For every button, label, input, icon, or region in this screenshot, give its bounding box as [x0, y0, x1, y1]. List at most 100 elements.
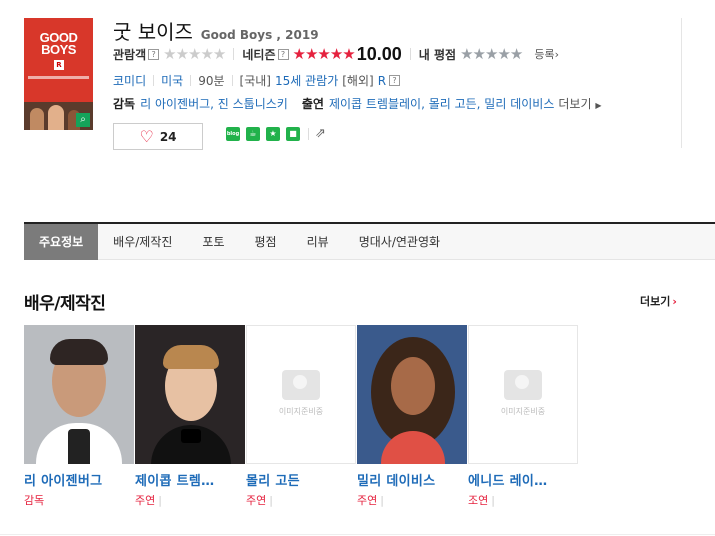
- movie-tab-bar: 주요정보 배우/제작진 포토 평점 리뷰 명대사/연관영화: [24, 222, 715, 260]
- netizen-score: 10.00: [356, 43, 402, 64]
- chevron-right-icon: ›: [554, 48, 560, 61]
- audience-rating-label: 관람객: [113, 47, 147, 62]
- cast-card: 이미지준비중 몰리 고든 주연 |: [246, 325, 357, 508]
- person-photo[interactable]: [135, 325, 245, 464]
- person-photo[interactable]: [357, 325, 467, 464]
- like-count: 24: [159, 129, 177, 144]
- person-role: 주연: [135, 494, 156, 507]
- blog-share-icon[interactable]: blog: [226, 126, 240, 141]
- help-icon[interactable]: ?: [148, 48, 160, 60]
- help-icon[interactable]: ?: [277, 48, 289, 60]
- divider: [409, 48, 411, 60]
- cast-card: 리 아이젠버그 감독: [24, 325, 135, 508]
- tab-review[interactable]: 리뷰: [292, 224, 344, 260]
- crew-row: 감독 리 아이젠버그, 진 스툽니스키 출연 제이콥 트렘블레이, 몰리 고든,…: [113, 95, 601, 112]
- cast-links[interactable]: 제이콥 트렘블레이, 몰리 고든, 밀리 데이비스: [329, 95, 554, 112]
- divider: |: [491, 494, 495, 507]
- cast-more-label: 더보기: [640, 295, 671, 308]
- triangle-right-icon: ▶: [595, 101, 602, 110]
- person-name[interactable]: 에니드 레이…: [468, 470, 576, 489]
- person-role-row: 주연 |: [135, 492, 246, 508]
- movie-meta-row: 코미디 미국 90분 [국내] 15세 관람가 [해외] R ?: [113, 72, 401, 89]
- movie-title[interactable]: 굿 보이즈: [113, 20, 193, 44]
- chevron-right-icon: ›: [672, 295, 677, 308]
- domestic-rating-prefix: [국내]: [239, 74, 271, 88]
- share-row: blog ☕ ★ ■ ⇗: [226, 126, 326, 141]
- person-role-row: 주연 |: [246, 492, 357, 508]
- person-photo[interactable]: 이미지준비중: [246, 325, 356, 464]
- person-name[interactable]: 제이콥 트렘…: [135, 470, 243, 489]
- image-placeholder-icon: [282, 370, 320, 400]
- tab-cast-crew[interactable]: 배우/제작진: [98, 224, 187, 260]
- tab-quotes-related[interactable]: 명대사/연관영화: [344, 224, 455, 260]
- poster-rating-mark: R: [54, 60, 64, 70]
- divider: [190, 75, 192, 86]
- netizen-stars: ★★★★★: [292, 45, 356, 63]
- poster-figure: [30, 108, 44, 130]
- photo-figure: [50, 339, 108, 365]
- genre-link[interactable]: 코미디: [113, 72, 146, 89]
- register-rating-link[interactable]: 등록›: [534, 46, 559, 62]
- person-photo[interactable]: 이미지준비중: [468, 325, 578, 464]
- photo-figure: [391, 357, 435, 415]
- divider: |: [380, 494, 384, 507]
- no-image-text: 이미지준비중: [500, 407, 546, 416]
- person-role-row: 주연 |: [357, 492, 468, 508]
- cast-list: 리 아이젠버그 감독 제이콥 트렘… 주연 | 이미지준비중 몰리 고든 주연 | …: [24, 325, 579, 508]
- person-name[interactable]: 몰리 고든: [246, 470, 354, 489]
- cast-more-link[interactable]: 더보기 ›: [640, 293, 677, 309]
- movie-poster[interactable]: GOOD BOYS R ⌕: [24, 18, 93, 130]
- image-placeholder-icon: [504, 370, 542, 400]
- person-name[interactable]: 리 아이젠버그: [24, 470, 132, 489]
- heart-icon: ♡: [139, 127, 154, 146]
- share-icon[interactable]: ⇗: [315, 126, 326, 141]
- poster-tagline-line: [28, 76, 89, 79]
- divider: [231, 75, 233, 86]
- rating-row: 관람객 ? ★★★★★ 네티즌 ? ★★★★★ 10.00 내 평점 ★★★★★…: [113, 44, 559, 64]
- foreign-rating-prefix: [해외]: [342, 74, 374, 88]
- divider: |: [158, 494, 162, 507]
- cast-card: 이미지준비중 에니드 레이… 조연 |: [468, 325, 579, 508]
- cafe-share-icon[interactable]: ☕: [246, 126, 260, 141]
- divider: [0, 534, 715, 535]
- help-icon[interactable]: ?: [389, 75, 401, 86]
- band-share-icon[interactable]: ■: [286, 126, 300, 141]
- country-link[interactable]: 미국: [161, 72, 183, 89]
- photo-figure: [68, 429, 90, 464]
- crew-more-label: 더보기: [558, 97, 592, 111]
- vertical-divider: [681, 18, 682, 148]
- photo-figure: [163, 345, 219, 369]
- netizen-rating-label: 네티즌: [242, 47, 276, 62]
- divider: [308, 127, 309, 140]
- magnify-icon[interactable]: ⌕: [76, 113, 90, 127]
- movie-original-title: Good Boys , 2019: [200, 28, 319, 42]
- like-button[interactable]: ♡ 24: [113, 123, 203, 150]
- tab-photo[interactable]: 포토: [187, 224, 239, 260]
- person-name[interactable]: 밀리 데이비스: [357, 470, 465, 489]
- audience-stars: ★★★★★: [163, 45, 226, 63]
- tab-rating[interactable]: 평점: [240, 224, 292, 260]
- tab-main-info[interactable]: 주요정보: [24, 224, 99, 260]
- no-image-placeholder: 이미지준비중: [247, 370, 355, 417]
- my-rating-label: 내 평점: [418, 47, 457, 62]
- poster-title: GOOD BOYS: [39, 30, 78, 57]
- poster-figure: [48, 105, 64, 130]
- person-role: 주연: [357, 494, 378, 507]
- my-rating-stars[interactable]: ★★★★★: [460, 45, 523, 63]
- director-links[interactable]: 리 아이젠버그, 진 스툽니스키: [140, 95, 288, 112]
- divider: [233, 48, 235, 60]
- cast-card: 제이콥 트렘… 주연 |: [135, 325, 246, 508]
- section-title: 배우/제작진: [24, 294, 106, 314]
- person-role: 조연: [468, 494, 489, 507]
- divider: |: [269, 494, 273, 507]
- bookmark-share-icon[interactable]: ★: [266, 126, 280, 141]
- crew-more-link[interactable]: 더보기 ▶: [558, 95, 601, 112]
- no-image-placeholder: 이미지준비중: [469, 370, 577, 417]
- director-label: 감독: [113, 97, 136, 111]
- foreign-rating-link[interactable]: R: [378, 74, 386, 88]
- movie-title-row: 굿 보이즈 Good Boys , 2019: [113, 16, 319, 45]
- person-role-row: 조연 |: [468, 492, 579, 508]
- register-label: 등록: [534, 48, 555, 61]
- domestic-rating-link[interactable]: 15세 관람가: [275, 72, 338, 89]
- person-photo[interactable]: [24, 325, 134, 464]
